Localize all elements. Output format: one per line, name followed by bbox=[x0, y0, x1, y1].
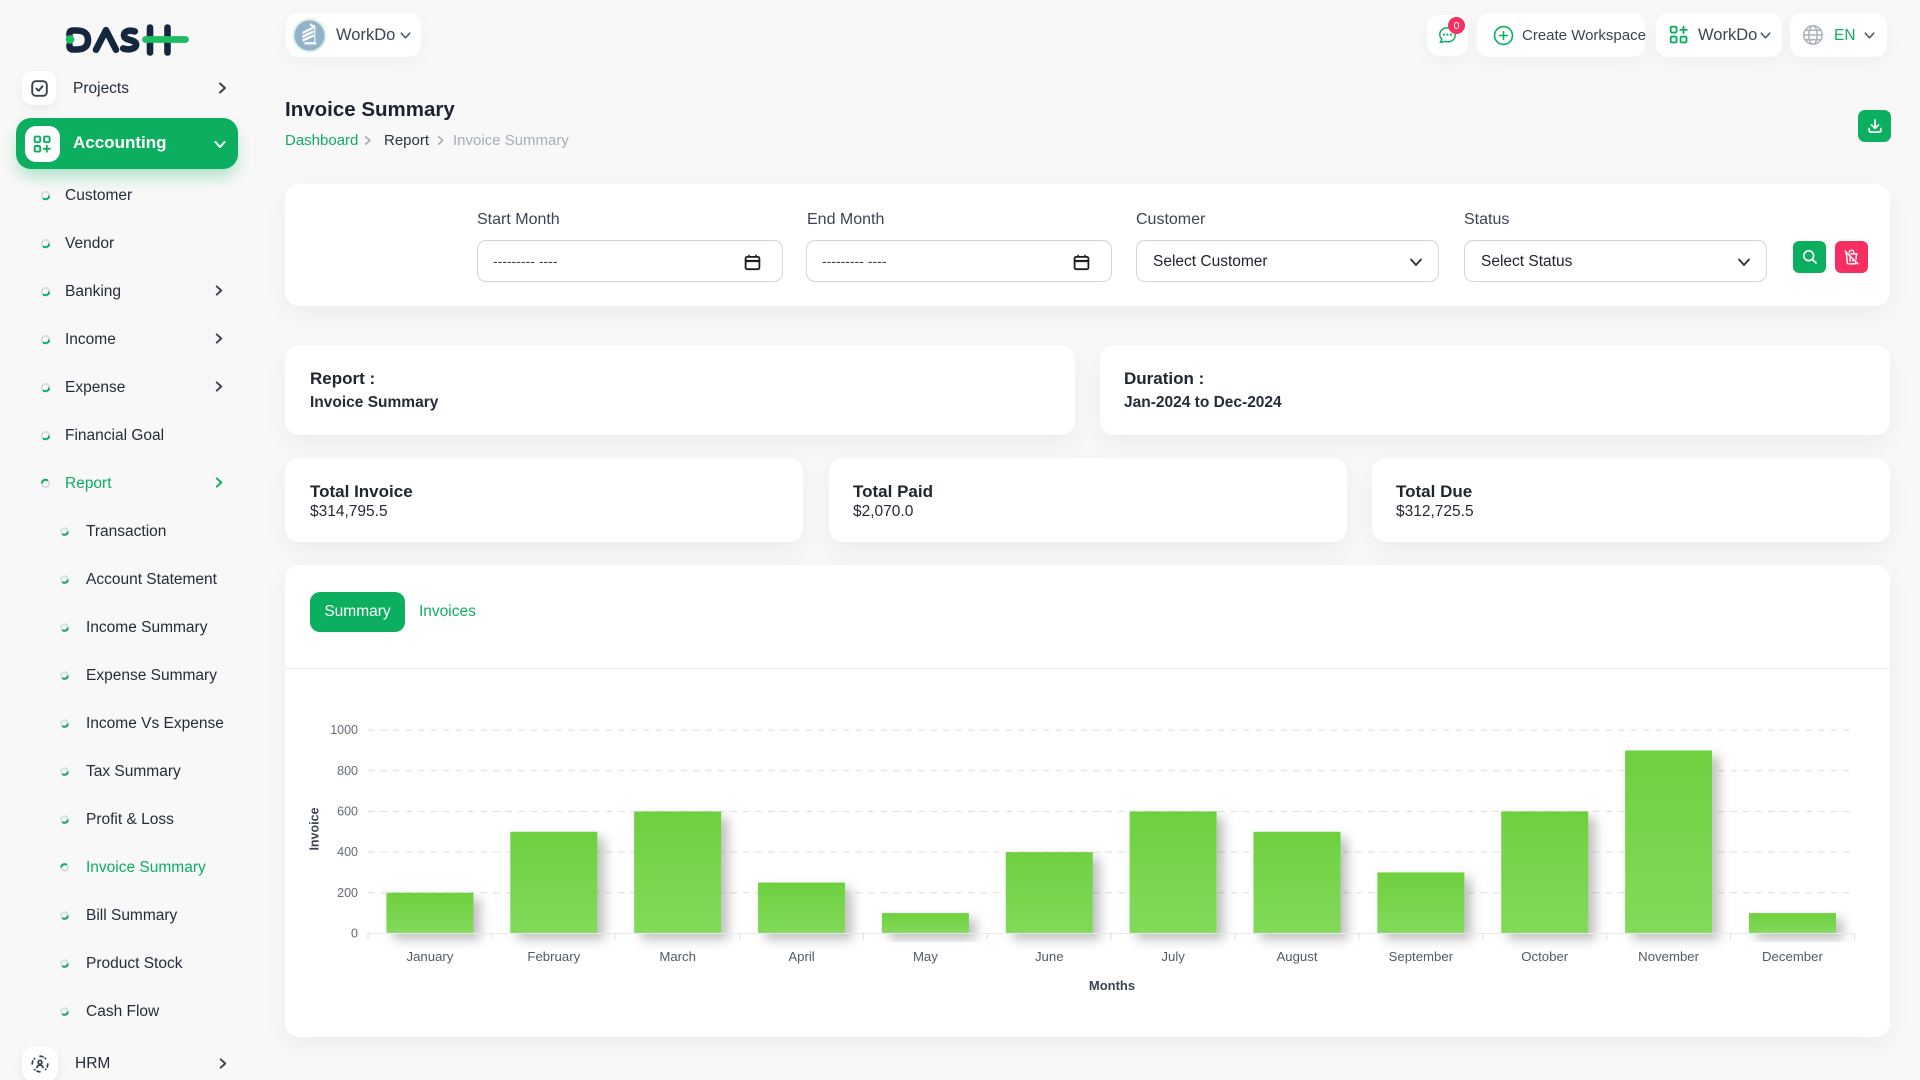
svg-text:February: February bbox=[527, 949, 580, 964]
svg-text:July: July bbox=[1161, 949, 1185, 964]
svg-text:January: January bbox=[406, 949, 453, 964]
svg-text:December: December bbox=[1762, 949, 1823, 964]
svg-text:October: October bbox=[1521, 949, 1569, 964]
svg-text:600: 600 bbox=[337, 804, 358, 818]
svg-text:0: 0 bbox=[351, 926, 358, 940]
svg-text:November: November bbox=[1638, 949, 1699, 964]
svg-text:400: 400 bbox=[337, 845, 358, 859]
svg-text:September: September bbox=[1389, 949, 1454, 964]
svg-text:200: 200 bbox=[337, 886, 358, 900]
svg-text:March: March bbox=[659, 949, 696, 964]
svg-text:800: 800 bbox=[337, 764, 358, 778]
svg-text:August: August bbox=[1276, 949, 1317, 964]
svg-text:June: June bbox=[1035, 949, 1064, 964]
svg-text:May: May bbox=[913, 949, 938, 964]
svg-text:1000: 1000 bbox=[330, 723, 358, 737]
svg-text:Invoice: Invoice bbox=[308, 807, 322, 850]
svg-text:Months: Months bbox=[1089, 978, 1135, 993]
svg-text:April: April bbox=[788, 949, 814, 964]
